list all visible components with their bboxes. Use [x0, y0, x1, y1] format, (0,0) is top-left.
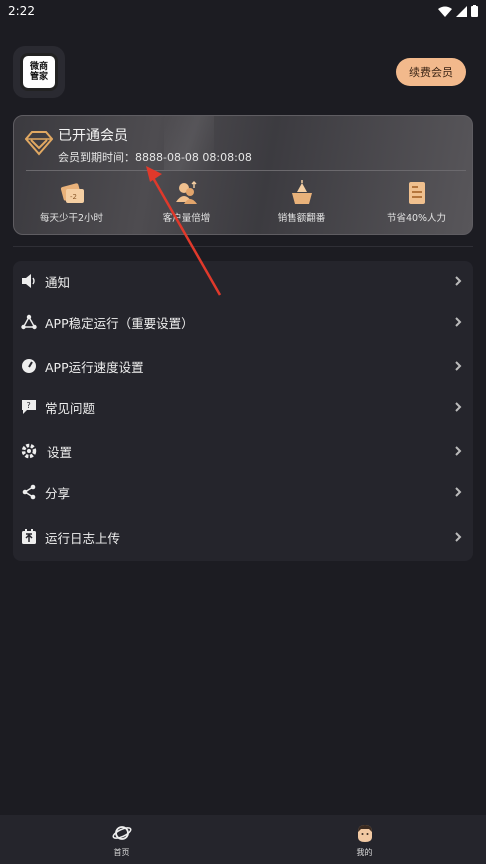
tab-label: 我的 [356, 848, 373, 857]
tab-mine[interactable]: 我的 [243, 815, 486, 864]
menu-item-label: 运行日志上传 [45, 530, 121, 546]
user-face-icon [357, 825, 372, 842]
menu-item-label: APP稳定运行（重要设置） [45, 315, 194, 331]
menu-item-faq[interactable]: ? 常见问题 [13, 389, 473, 425]
status-bar: 2:22 [0, 0, 486, 22]
chevron-right-icon [455, 276, 462, 286]
chevron-right-icon [455, 402, 462, 412]
vip-status-title: 已开通会员 [58, 128, 128, 144]
tab-home[interactable]: 首页 [0, 815, 243, 864]
question-bubble-icon: ? [22, 400, 36, 414]
menu-item-share[interactable]: 分享 [13, 474, 473, 510]
diamond-icon [25, 131, 53, 156]
signal-icon [456, 5, 467, 17]
bottom-tab-bar: 首页 我的 [0, 815, 486, 864]
menu-item-label: 常见问题 [45, 400, 96, 416]
chevron-right-icon [455, 446, 462, 456]
benefit-item: 节省40%人力 [359, 176, 472, 231]
tab-label: 首页 [113, 848, 130, 857]
svg-text:-2: -2 [70, 193, 77, 201]
planet-icon [112, 826, 131, 840]
benefit-label: 销售额翻番 [277, 213, 326, 224]
battery-icon [471, 5, 478, 17]
renew-membership-button[interactable]: 续费会员 [396, 58, 466, 86]
gear-icon [21, 443, 37, 459]
vip-benefits: -2 每天少干2小时 客户量倍增 销售额翻番 节省40%人力 [14, 176, 472, 231]
benefit-item: 销售额翻番 [244, 176, 359, 231]
settings-menu: 通知 APP稳定运行（重要设置） APP运行速度设置 ? 常见问题 设置 分享 … [13, 261, 473, 561]
menu-item-stable-run[interactable]: APP稳定运行（重要设置） [13, 304, 473, 340]
users-icon [175, 181, 197, 204]
status-time: 2:22 [8, 4, 35, 18]
upload-calendar-icon [22, 529, 36, 544]
app-logo-badge: 微商 管家 [20, 53, 58, 91]
benefit-item: 客户量倍增 [129, 176, 244, 231]
app-logo: 微商 管家 [13, 46, 65, 98]
sales-box-icon [291, 180, 312, 204]
chevron-right-icon [455, 317, 462, 327]
menu-item-settings[interactable]: 设置 [13, 433, 473, 469]
benefit-label: 节省40%人力 [386, 213, 447, 224]
menu-item-speed-settings[interactable]: APP运行速度设置 [13, 348, 473, 384]
svg-text:?: ? [27, 401, 31, 410]
ticket-icon: -2 [60, 183, 84, 203]
benefit-label: 客户量倍增 [162, 213, 211, 224]
speedometer-icon [22, 359, 36, 373]
logo-text-line1: 微商 [29, 62, 48, 72]
logo-text-line2: 管家 [29, 72, 48, 82]
menu-item-label: 设置 [47, 444, 73, 460]
document-icon [408, 182, 425, 204]
share-icon [22, 484, 36, 500]
header: 微商 管家 续费会员 [0, 40, 486, 104]
vip-expire-time: 会员到期时间：8888-08-08 08:08:08 [58, 151, 252, 164]
benefit-label: 每天少干2小时 [39, 213, 104, 224]
menu-item-notification[interactable]: 通知 [13, 263, 473, 299]
chevron-right-icon [455, 532, 462, 542]
menu-item-log-upload[interactable]: 运行日志上传 [13, 519, 473, 555]
menu-item-label: 通知 [45, 274, 71, 290]
triangle-nodes-icon [21, 314, 37, 330]
chevron-right-icon [455, 361, 462, 371]
status-icons [438, 5, 478, 17]
wifi-icon [438, 6, 452, 17]
speaker-icon [22, 274, 35, 288]
menu-item-label: APP运行速度设置 [45, 359, 144, 375]
vip-divider [26, 170, 466, 171]
benefit-item: -2 每天少干2小时 [14, 176, 129, 231]
menu-item-label: 分享 [45, 485, 71, 501]
vip-card[interactable]: 已开通会员 会员到期时间：8888-08-08 08:08:08 -2 每天少干… [13, 115, 473, 235]
chevron-right-icon [455, 487, 462, 497]
section-divider [13, 246, 473, 247]
